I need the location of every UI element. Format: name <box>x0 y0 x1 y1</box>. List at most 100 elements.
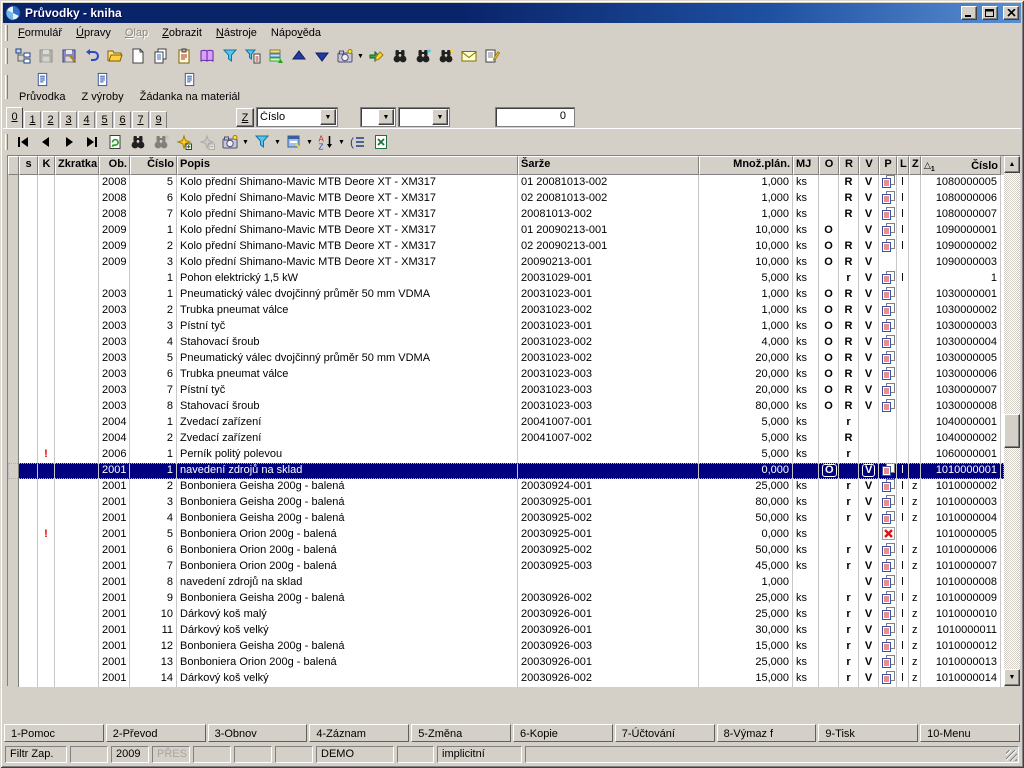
table-row[interactable]: 20085Kolo přední Shimano-Mavic MTB Deore… <box>8 175 1004 191</box>
table-row[interactable]: 20036Trubka pneumat válce20031023-00320,… <box>8 367 1004 383</box>
cell-s[interactable] <box>19 527 38 543</box>
table-row[interactable]: 20091Kolo přední Shimano-Mavic MTB Deore… <box>8 223 1004 239</box>
cell-cislo[interactable]: 4 <box>130 335 177 351</box>
cell-zkratka[interactable] <box>55 335 99 351</box>
table-row[interactable]: 20035Pneumatický válec dvojčinný průměr … <box>8 351 1004 367</box>
cell-num[interactable]: 1030000004 <box>921 335 1001 351</box>
cell-p[interactable] <box>879 639 897 655</box>
cell-p[interactable] <box>879 367 897 383</box>
cell-mj[interactable]: ks <box>793 607 819 623</box>
column-header-l[interactable]: L <box>897 156 909 175</box>
minimize-button[interactable] <box>961 6 977 20</box>
cell-zkratka[interactable] <box>55 447 99 463</box>
field-selector-combo[interactable]: Číslo ▼ <box>256 107 338 127</box>
cell-p[interactable] <box>879 399 897 415</box>
table-row[interactable]: 20017Bonboniera Orion 200g - balená20030… <box>8 559 1004 575</box>
cell-r[interactable]: r <box>839 543 859 559</box>
column-header-k[interactable]: K <box>38 156 55 175</box>
cell-num[interactable]: 1010000002 <box>921 479 1001 495</box>
chevron-down-icon[interactable]: ▼ <box>320 109 336 125</box>
cell-popis[interactable]: Stahovací šroub <box>177 399 518 415</box>
cell-cislo[interactable]: 1 <box>130 271 177 287</box>
cell-mnoz[interactable]: 10,000 <box>699 223 793 239</box>
cell-k[interactable] <box>38 191 55 207</box>
cell-sarze[interactable]: 20030925-002 <box>518 543 699 559</box>
cell-z[interactable]: z <box>909 543 921 559</box>
cell-p[interactable] <box>879 239 897 255</box>
cell-k[interactable] <box>38 271 55 287</box>
cell-zkratka[interactable] <box>55 255 99 271</box>
cell-num[interactable]: 1010000005 <box>921 527 1001 543</box>
cell-popis[interactable]: Perník politý polevou <box>177 447 518 463</box>
cell-l[interactable] <box>897 255 909 271</box>
cell-o[interactable]: O <box>819 399 839 415</box>
cell-p[interactable] <box>879 271 897 287</box>
cell-s[interactable] <box>19 223 38 239</box>
cell-mj[interactable]: ks <box>793 175 819 191</box>
cell-mnoz[interactable]: 25,000 <box>699 591 793 607</box>
cell-z[interactable]: z <box>909 639 921 655</box>
cell-zkratka[interactable] <box>55 655 99 671</box>
table-row[interactable]: 20034Stahovací šroub20031023-0024,000ksO… <box>8 335 1004 351</box>
cell-r[interactable]: r <box>839 623 859 639</box>
cell-z[interactable] <box>909 527 921 543</box>
toolbar-tree-icon[interactable] <box>11 45 34 67</box>
cell-s[interactable] <box>19 351 38 367</box>
cell-mj[interactable] <box>793 463 819 479</box>
nav-filter-dropdown-icon[interactable]: ▼ <box>273 131 282 153</box>
cell-popis[interactable]: Kolo přední Shimano-Mavic MTB Deore XT -… <box>177 191 518 207</box>
cell-sarze[interactable]: 20030925-001 <box>518 495 699 511</box>
cell-s[interactable] <box>19 607 38 623</box>
column-header-sarze[interactable]: Šarže <box>518 156 699 175</box>
cell-s[interactable] <box>19 207 38 223</box>
cell-l[interactable]: l <box>897 591 909 607</box>
cell-mnoz[interactable]: 0,000 <box>699 527 793 543</box>
cell-num[interactable]: 1010000007 <box>921 559 1001 575</box>
cell-l[interactable] <box>897 319 909 335</box>
cell-r[interactable]: r <box>839 671 859 687</box>
column-header-o[interactable]: O <box>819 156 839 175</box>
cell-l[interactable]: l <box>897 655 909 671</box>
cell-popis[interactable]: Pístní tyč <box>177 319 518 335</box>
cell-mnoz[interactable]: 1,000 <box>699 287 793 303</box>
table-row[interactable]: 20012Bonboniera Geisha 200g - balená2003… <box>8 479 1004 495</box>
cell-mj[interactable]: ks <box>793 559 819 575</box>
cell-mj[interactable]: ks <box>793 207 819 223</box>
nav-sort-dropdown-icon[interactable]: ▼ <box>337 131 346 153</box>
cell-k[interactable]: ! <box>38 447 55 463</box>
cell-popis[interactable]: Dárkový koš velký <box>177 671 518 687</box>
cell-r[interactable] <box>839 527 859 543</box>
cell-num[interactable]: 1090000002 <box>921 239 1001 255</box>
cell-z[interactable]: z <box>909 511 921 527</box>
cell-mj[interactable]: ks <box>793 543 819 559</box>
cell-mnoz[interactable]: 5,000 <box>699 447 793 463</box>
cell-o[interactable]: O <box>819 239 839 255</box>
cell-popis[interactable]: Pohon elektrický 1,5 kW <box>177 271 518 287</box>
cell-popis[interactable]: Zvedací zařízení <box>177 415 518 431</box>
cell-sarze[interactable] <box>518 463 699 479</box>
cell-cislo[interactable]: 10 <box>130 607 177 623</box>
cell-p[interactable] <box>879 607 897 623</box>
cell-sarze[interactable]: 20090213-001 <box>518 255 699 271</box>
cell-o[interactable] <box>819 591 839 607</box>
cell-s[interactable] <box>19 399 38 415</box>
cell-zkratka[interactable] <box>55 303 99 319</box>
cell-p[interactable] <box>879 415 897 431</box>
cell-zkratka[interactable] <box>55 383 99 399</box>
cell-ob[interactable]: 2001 <box>99 463 130 479</box>
cell-mj[interactable]: ks <box>793 255 819 271</box>
toolbar-filter-icon[interactable] <box>218 45 241 67</box>
cell-cislo[interactable]: 1 <box>130 415 177 431</box>
cell-mnoz[interactable]: 25,000 <box>699 655 793 671</box>
cell-zkratka[interactable] <box>55 671 99 687</box>
cell-p[interactable] <box>879 287 897 303</box>
cell-r[interactable]: R <box>839 399 859 415</box>
cell-z[interactable]: z <box>909 591 921 607</box>
table-row[interactable]: 20016Bonboniera Orion 200g - balená20030… <box>8 543 1004 559</box>
cell-num[interactable]: 1030000001 <box>921 287 1001 303</box>
cell-mj[interactable]: ks <box>793 655 819 671</box>
cell-mnoz[interactable]: 50,000 <box>699 543 793 559</box>
cell-num[interactable]: 1030000005 <box>921 351 1001 367</box>
cell-l[interactable]: l <box>897 271 909 287</box>
cell-k[interactable] <box>38 287 55 303</box>
